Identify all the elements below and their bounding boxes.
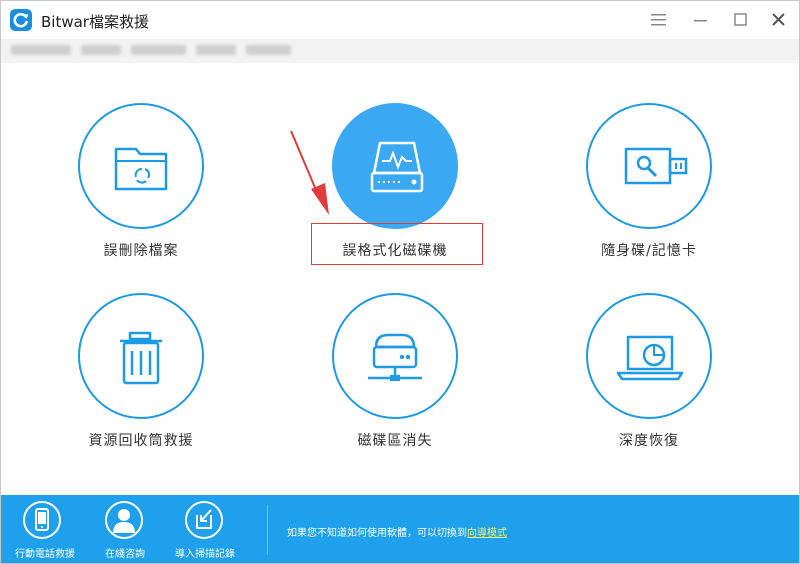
trash-icon xyxy=(120,331,162,385)
footer-bar: 行動電話救援 在綫咨詢 導入掃描記錄 如果您不知道如何使用軟體，可以切換到向導模… xyxy=(1,495,799,563)
import-scan-record-button[interactable]: 導入掃描記錄 xyxy=(161,499,251,560)
footer-button-label: 導入掃描記錄 xyxy=(175,549,235,560)
app-logo-icon xyxy=(10,9,32,31)
tile-label: 資源回收筒救援 xyxy=(88,433,194,449)
user-support-icon xyxy=(113,509,135,533)
hint-text: 如果您不知道如何使用軟體，可以切換到 xyxy=(287,528,467,539)
tile-circle xyxy=(586,293,712,419)
mobile-recovery-button[interactable]: 行動電話救援 xyxy=(1,499,91,560)
title-bar: Bitwar檔案救援 xyxy=(1,1,799,39)
tile-circle xyxy=(332,103,458,229)
app-title: Bitwar檔案救援 xyxy=(41,13,149,31)
tile-lost-partition[interactable]: 磁碟區消失 xyxy=(312,293,482,468)
online-consult-button[interactable]: 在綫咨詢 xyxy=(81,499,171,560)
drive-pulse-icon xyxy=(370,141,424,193)
tile-usb-memory-card[interactable]: 隨身碟/記憶卡 xyxy=(566,103,736,278)
network-drive-icon xyxy=(368,333,422,381)
wizard-mode-link[interactable]: 向導模式 xyxy=(467,528,507,539)
tile-label: 深度恢復 xyxy=(619,433,679,449)
usb-drive-icon xyxy=(624,147,688,185)
footer-hint: 如果您不知道如何使用軟體，可以切換到向導模式 xyxy=(287,524,507,539)
close-button[interactable] xyxy=(769,10,789,30)
tile-label: 誤刪除檔案 xyxy=(103,243,179,259)
footer-circle xyxy=(105,501,143,539)
tile-deleted-files[interactable]: 誤刪除檔案 xyxy=(58,103,228,278)
import-record-icon xyxy=(196,509,212,529)
minimize-button[interactable] xyxy=(691,10,711,30)
tile-circle xyxy=(332,293,458,419)
annotation-highlight-box xyxy=(311,223,483,265)
menu-button[interactable] xyxy=(649,10,669,30)
tile-circle xyxy=(78,293,204,419)
footer-button-label: 在綫咨詢 xyxy=(105,549,145,560)
maximize-icon xyxy=(734,13,747,26)
tile-label: 隨身碟/記憶卡 xyxy=(601,243,697,259)
tile-deep-recovery[interactable]: 深度恢復 xyxy=(566,293,736,468)
footer-divider xyxy=(267,505,268,555)
tile-circle xyxy=(586,103,712,229)
footer-circle xyxy=(23,501,61,539)
tile-circle xyxy=(78,103,204,229)
mobile-phone-icon xyxy=(35,508,49,531)
annotation-arrow-icon xyxy=(290,130,329,215)
hamburger-icon xyxy=(651,14,666,26)
folder-recycle-icon xyxy=(114,147,168,191)
close-icon xyxy=(772,13,785,26)
tile-recycle-bin[interactable]: 資源回收筒救援 xyxy=(58,293,228,468)
app-window: Bitwar檔案救援 誤刪除檔案 誤格式化磁碟機 隨身碟/記憶卡 資源回收筒救援… xyxy=(0,0,800,564)
blurred-info-bar xyxy=(1,39,799,63)
footer-button-label: 行動電話救援 xyxy=(15,549,75,560)
minimize-icon xyxy=(694,20,707,22)
maximize-button[interactable] xyxy=(731,10,751,30)
laptop-scan-icon xyxy=(616,335,684,381)
tile-label: 磁碟區消失 xyxy=(357,433,433,449)
footer-circle xyxy=(185,501,223,539)
